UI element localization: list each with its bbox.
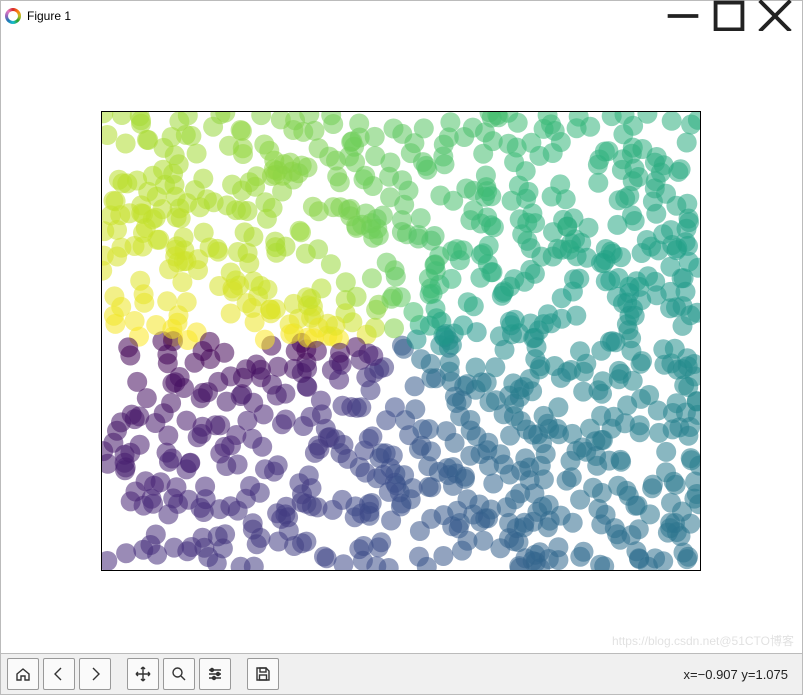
pan-button[interactable] [127, 658, 159, 690]
save-button[interactable] [247, 658, 279, 690]
save-icon [254, 665, 272, 683]
sliders-icon [206, 665, 224, 683]
navigation-toolbar: x=−0.907 y=1.075 [1, 653, 802, 694]
window-title: Figure 1 [27, 9, 71, 23]
maximize-button[interactable] [706, 1, 752, 31]
watermark-text: https://blog.csdn.net@51CTO博客 [612, 632, 794, 649]
home-button[interactable] [7, 658, 39, 690]
scatter-plot [102, 112, 700, 570]
left-arrow-icon [50, 665, 68, 683]
magnifier-icon [170, 665, 188, 683]
zoom-button[interactable] [163, 658, 195, 690]
right-arrow-icon [86, 665, 104, 683]
configure-button[interactable] [199, 658, 231, 690]
back-button[interactable] [43, 658, 75, 690]
titlebar: Figure 1 [1, 1, 802, 31]
cursor-coordinates: x=−0.907 y=1.075 [684, 667, 796, 682]
figure-window: Figure 1 https://blog.csdn.net@51CTO博客 x… [0, 0, 803, 695]
close-button[interactable] [752, 1, 798, 31]
axes-frame [101, 111, 701, 571]
minimize-button[interactable] [660, 1, 706, 31]
figure-canvas[interactable]: https://blog.csdn.net@51CTO博客 [1, 31, 802, 653]
move-icon [134, 665, 152, 683]
forward-button[interactable] [79, 658, 111, 690]
home-icon [14, 665, 32, 683]
matplotlib-app-icon [5, 8, 21, 24]
